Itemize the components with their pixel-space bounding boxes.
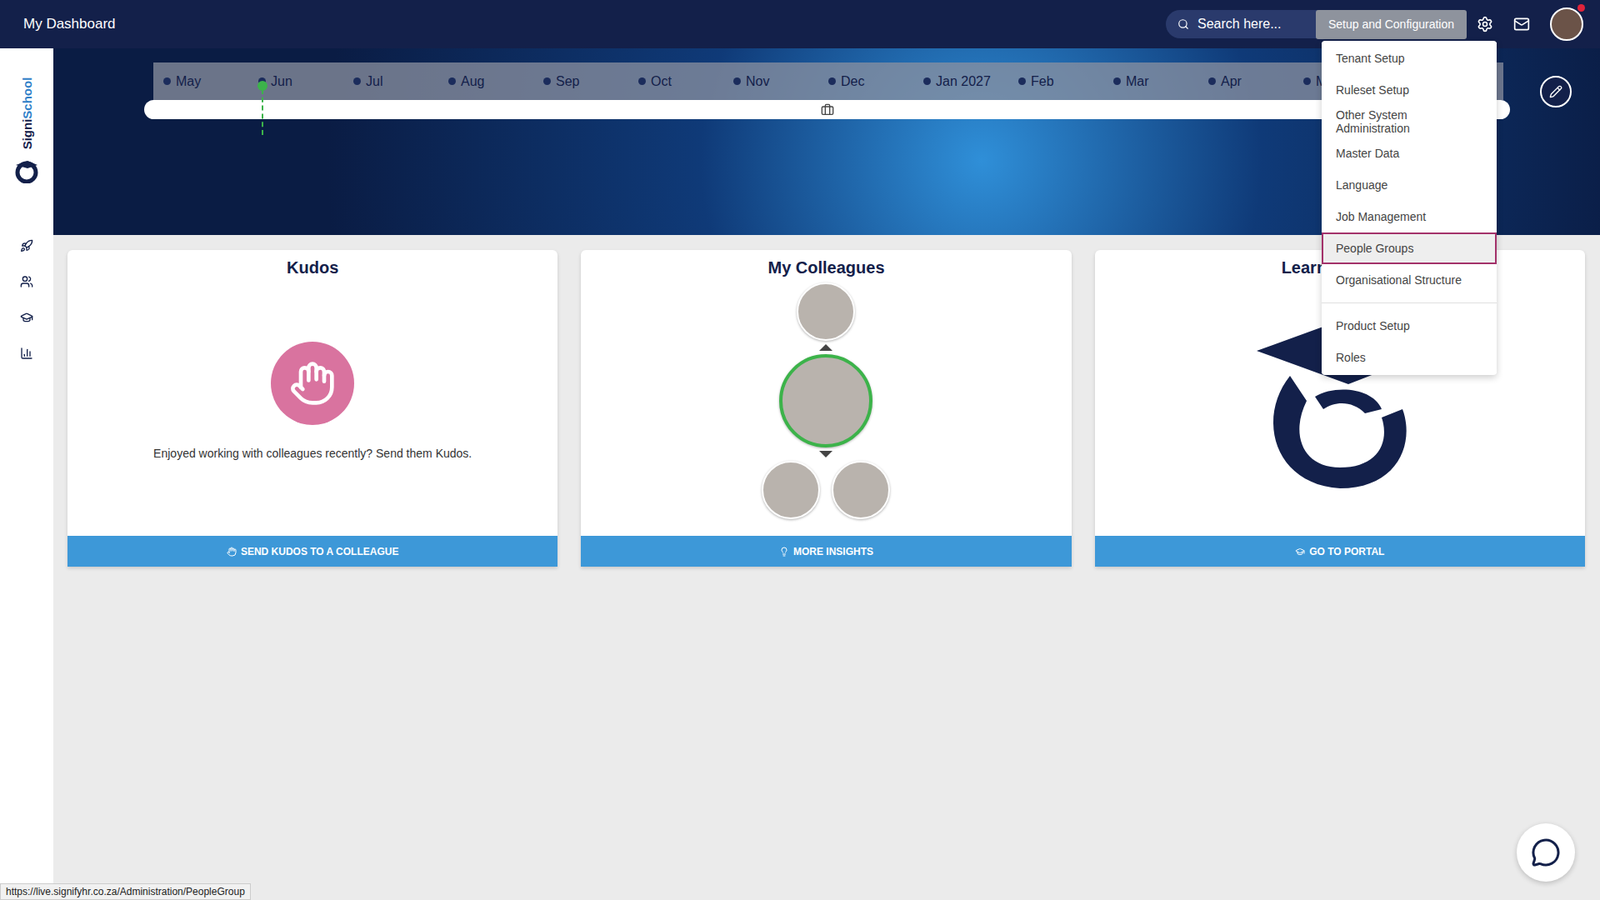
up-arrow-icon[interactable]: [819, 344, 833, 351]
logo-mark-icon: [14, 160, 40, 184]
month-dot: [1303, 77, 1311, 85]
sidebar: SigniSchool: [0, 48, 54, 900]
month-dot: [543, 77, 551, 85]
month-dot: [638, 77, 646, 85]
messages-button[interactable]: [1503, 15, 1540, 33]
briefcase-icon: [820, 103, 835, 117]
card-button[interactable]: MORE INSIGHTS: [580, 535, 1071, 567]
card-text: Enjoyed working with colleagues recently…: [153, 446, 472, 460]
search-icon: [1177, 18, 1190, 30]
status-bar: https://live.signifyhr.co.za/Administrat…: [0, 883, 251, 900]
month-dot: [448, 77, 456, 85]
graduation-cap-icon: [1295, 546, 1305, 557]
graduation-cap-icon: [20, 310, 34, 325]
menu-item[interactable]: People Groups: [1321, 232, 1497, 265]
chat-button[interactable]: [1516, 823, 1575, 882]
timeline-month[interactable]: Jan 2027: [923, 74, 1019, 90]
page: My DashboardSearch here...Setup and Conf…: [0, 0, 1600, 900]
timeline-month[interactable]: Mar: [1113, 74, 1209, 90]
pencil-icon: [1549, 85, 1563, 99]
menu-item[interactable]: Job Management: [1321, 200, 1497, 233]
card-body: [580, 282, 1071, 536]
dashboard-card: My Colleagues MORE INSIGHTS: [580, 250, 1071, 567]
logo: SigniSchool: [14, 71, 40, 184]
menu-item[interactable]: Roles: [1321, 341, 1497, 374]
card-title: Kudos: [67, 250, 558, 283]
timeline-month[interactable]: Nov: [733, 74, 829, 90]
timeline-month[interactable]: Feb: [1018, 74, 1114, 90]
timeline-month[interactable]: Jun: [258, 74, 354, 90]
colleague-photo[interactable]: [761, 460, 820, 520]
chart-icon: [20, 346, 34, 360]
lightbulb-icon: [779, 546, 790, 557]
menu-divider: [1321, 302, 1497, 304]
edit-button[interactable]: [1540, 75, 1572, 108]
menu-item[interactable]: Organisational Structure: [1321, 264, 1497, 296]
menu-item[interactable]: Ruleset Setup: [1321, 74, 1497, 106]
kudos-icon: [226, 546, 237, 557]
timeline-track[interactable]: [144, 100, 1510, 120]
kudos-badge: [270, 341, 355, 425]
settings-button[interactable]: [1466, 15, 1504, 33]
card-title: My Colleagues: [580, 250, 1071, 283]
people-icon: [20, 275, 34, 289]
user-avatar[interactable]: [1550, 7, 1584, 41]
month-dot: [353, 77, 361, 85]
timeline-month[interactable]: Dec: [828, 74, 924, 90]
clapping-hand-icon: [289, 360, 336, 407]
setup-button[interactable]: Setup and Configuration: [1315, 10, 1467, 40]
current-user-photo[interactable]: [779, 354, 873, 448]
dashboard-card: Kudos Enjoyed working with colleagues rec…: [67, 250, 558, 567]
launch-nav[interactable]: [20, 239, 34, 253]
mail-icon: [1513, 15, 1530, 33]
month-dot: [828, 77, 836, 85]
timeline-month[interactable]: Jul: [353, 74, 449, 90]
chat-icon: [1530, 837, 1561, 868]
menu-item[interactable]: Master Data: [1321, 137, 1497, 170]
menu-item[interactable]: Product Setup: [1321, 310, 1497, 342]
notification-dot: [1577, 4, 1585, 12]
page-title: My Dashboard: [23, 15, 1166, 33]
month-dot: [733, 77, 741, 85]
month-dot: [163, 77, 171, 85]
timeline-month[interactable]: Aug: [448, 74, 544, 90]
gear-icon: [1476, 15, 1494, 33]
down-arrow-icon[interactable]: [819, 450, 833, 458]
people-nav[interactable]: [20, 275, 34, 289]
menu-item[interactable]: Language: [1321, 169, 1497, 201]
timeline-month[interactable]: May: [163, 74, 259, 90]
menu-item[interactable]: Tenant Setup: [1321, 42, 1497, 75]
rocket-icon: [20, 239, 34, 253]
month-dot: [1208, 77, 1216, 85]
timeline-month[interactable]: Apr: [1208, 74, 1304, 90]
menu-item[interactable]: Other System Administration: [1321, 105, 1497, 138]
month-dot: [923, 77, 931, 85]
learning-nav[interactable]: [20, 310, 34, 325]
timeline-months: MayJunJulAugSepOctNovDecJan 2027FebMarAp…: [153, 62, 1504, 100]
setup-menu: Tenant SetupRuleset SetupOther System Ad…: [1321, 40, 1497, 375]
month-dot: [1018, 77, 1026, 85]
reports-nav[interactable]: [20, 346, 34, 360]
colleague-tree: [761, 282, 890, 520]
manager-photo[interactable]: [796, 282, 855, 341]
timeline-month[interactable]: Oct: [638, 74, 734, 90]
card-button[interactable]: GO TO PORTAL: [1095, 535, 1585, 567]
month-dot: [1113, 77, 1121, 85]
colleague-photo[interactable]: [831, 460, 890, 520]
report-photos: [761, 460, 890, 520]
card-button[interactable]: SEND KUDOS TO A COLLEAGUE: [67, 535, 558, 567]
card-body: Enjoyed working with colleagues recently…: [67, 282, 558, 536]
timeline-month[interactable]: Sep: [543, 74, 639, 90]
search-field[interactable]: Search here...: [1165, 10, 1325, 39]
current-month-line: [261, 89, 264, 135]
